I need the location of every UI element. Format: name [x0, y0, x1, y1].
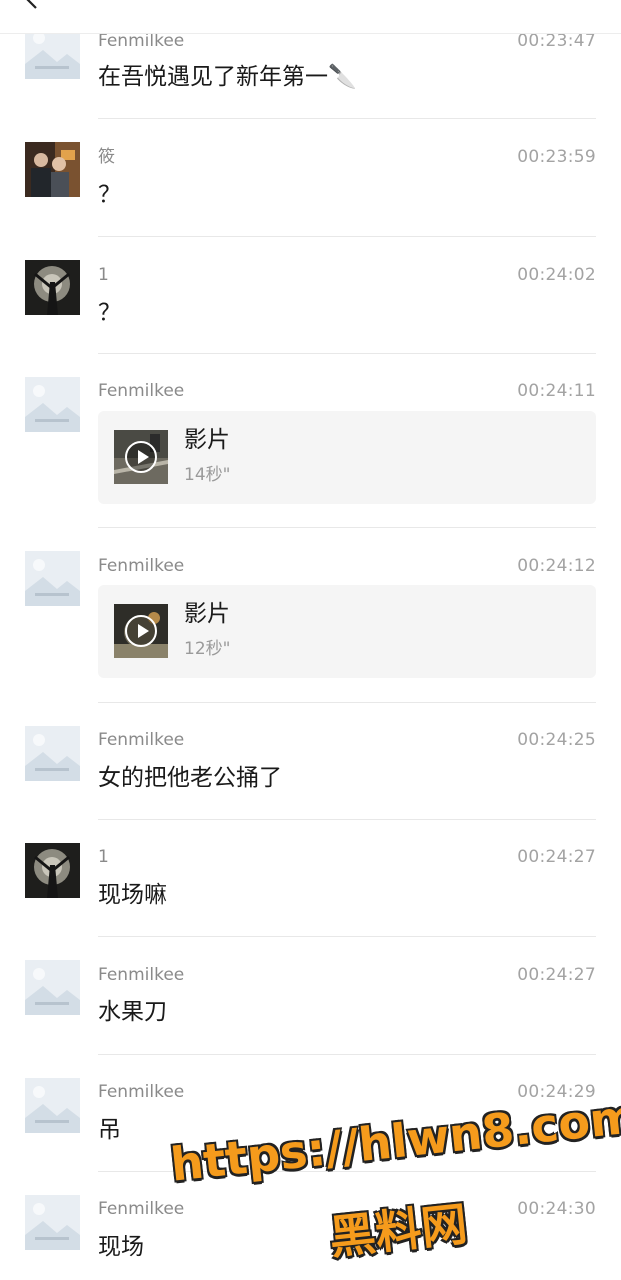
- sender-name: 1: [98, 847, 109, 867]
- message-text: 在吾悦遇见了新年第一🔪: [98, 64, 357, 90]
- message-time: 00:24:25: [517, 730, 596, 750]
- video-thumbnail: [114, 604, 168, 658]
- watermark: https://hlwn8.com 黑料网: [168, 1089, 621, 1268]
- divider: [98, 527, 596, 528]
- sender-name: Fenmilkee: [98, 965, 185, 985]
- watermark-site-name: 黑料网: [326, 1196, 470, 1265]
- message-time: 00:23:59: [517, 147, 596, 167]
- avatar[interactable]: [25, 1195, 80, 1250]
- sender-name: 筱: [98, 147, 115, 167]
- play-icon[interactable]: [125, 441, 157, 473]
- video-title: 影片: [184, 601, 230, 627]
- sender-name: Fenmilkee: [98, 1199, 185, 1219]
- message-text: ？: [98, 300, 121, 326]
- avatar[interactable]: [25, 960, 80, 1015]
- placeholder-avatar-icon: [25, 726, 80, 781]
- dark-figure-avatar-icon: [25, 843, 80, 898]
- play-icon[interactable]: [125, 615, 157, 647]
- video-title: 影片: [184, 427, 230, 453]
- couple-photo-avatar-icon: [25, 142, 80, 197]
- back-arrow-icon[interactable]: [20, 0, 44, 10]
- message-text: 现场: [98, 1234, 144, 1260]
- divider: [98, 819, 596, 820]
- divider: [98, 702, 596, 703]
- divider: [98, 353, 596, 354]
- video-thumbnail: [114, 430, 168, 484]
- message-text: 现场嘛: [98, 882, 167, 908]
- placeholder-avatar-icon: [25, 960, 80, 1015]
- avatar[interactable]: [25, 551, 80, 606]
- video-card[interactable]: 影片 12秒": [98, 585, 596, 678]
- divider: [98, 1054, 596, 1055]
- sender-name: Fenmilkee: [98, 381, 185, 401]
- message-text: 女的把他老公捅了: [98, 765, 282, 791]
- video-duration: 12秒": [184, 639, 231, 659]
- video-card[interactable]: 影片 14秒": [98, 411, 596, 504]
- divider: [98, 936, 596, 937]
- avatar[interactable]: [25, 142, 80, 197]
- top-bar: [0, 0, 621, 34]
- message-time: 00:24:12: [517, 556, 596, 576]
- divider: [98, 236, 596, 237]
- message-time: 00:24:27: [517, 847, 596, 867]
- avatar[interactable]: [25, 1078, 80, 1133]
- message-time: 00:24:02: [517, 265, 596, 285]
- placeholder-avatar-icon: [25, 551, 80, 606]
- placeholder-avatar-icon: [25, 1195, 80, 1250]
- sender-name: 1: [98, 265, 109, 285]
- divider: [98, 1171, 596, 1172]
- message-time: 00:24:27: [517, 965, 596, 985]
- video-duration: 14秒": [184, 465, 231, 485]
- avatar[interactable]: [25, 260, 80, 315]
- message-text: 吊: [98, 1117, 121, 1143]
- message-text: ？: [98, 182, 121, 208]
- avatar[interactable]: [25, 843, 80, 898]
- divider: [98, 118, 596, 119]
- placeholder-avatar-icon: [25, 1078, 80, 1133]
- message-time: 00:24:29: [517, 1082, 596, 1102]
- sender-name: Fenmilkee: [98, 556, 185, 576]
- avatar[interactable]: [25, 726, 80, 781]
- sender-name: Fenmilkee: [98, 1082, 185, 1102]
- message-time: 00:24:11: [517, 381, 596, 401]
- message-text: 水果刀: [98, 999, 167, 1025]
- dark-figure-avatar-icon: [25, 260, 80, 315]
- placeholder-avatar-icon: [25, 377, 80, 432]
- message-time: 00:24:30: [517, 1199, 596, 1219]
- avatar[interactable]: [25, 377, 80, 432]
- sender-name: Fenmilkee: [98, 730, 185, 750]
- watermark-url: https://hlwn8.com: [168, 1088, 621, 1192]
